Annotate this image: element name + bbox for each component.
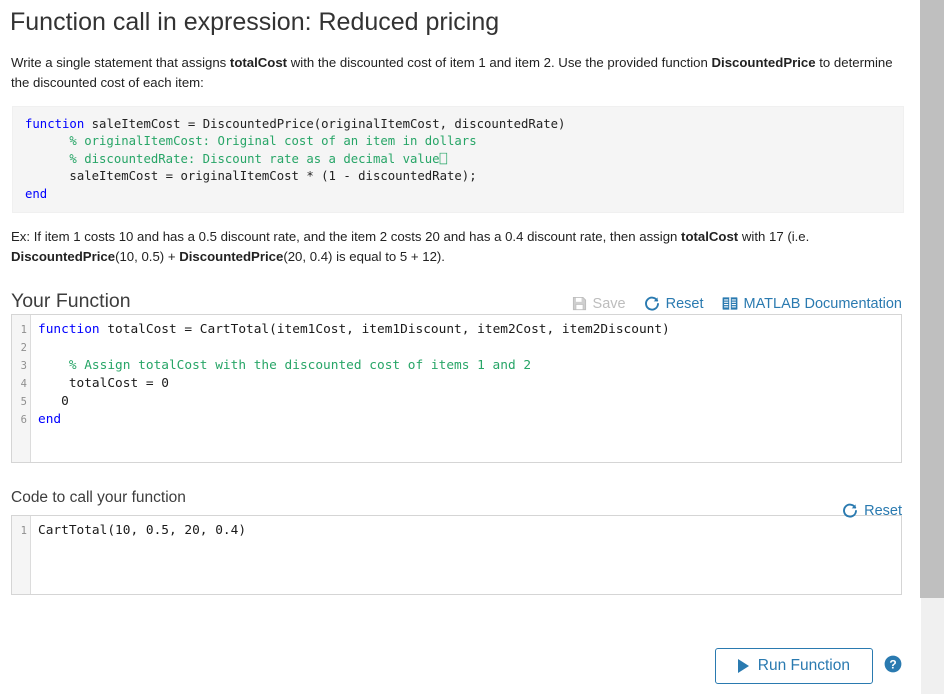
line-number: 3 [20,359,27,372]
line-number: 1 [20,323,27,336]
given-code-keyword-function: function [25,116,85,131]
editor-line-4: totalCost = 0 0 [61,375,169,409]
editor-line-1-rest: totalCost = CartTotal(item1Cost, item1Di… [107,321,670,337]
run-function-label: Run Function [757,657,850,674]
problem-statement: Write a single statement that assigns to… [0,37,916,94]
page-root: Function call in expression: Reduced pri… [0,0,944,694]
example-bold-totalcost: totalCost [681,228,739,244]
page-scrollbar-track[interactable] [920,0,944,694]
line-number: 1 [20,524,27,537]
example-statement: Ex: If item 1 costs 10 and has a 0.5 dis… [0,213,916,268]
line-number: 6 [20,413,27,426]
main-content: Function call in expression: Reduced pri… [0,0,916,694]
function-editor-gutter: 1 2 3 4 5 6 [12,314,31,462]
refresh-icon [842,503,858,519]
matlab-documentation-label: MATLAB Documentation [743,295,903,312]
code-to-call-heading: Code to call your function [11,488,186,506]
given-code-comment-1: % originalItemCost: Original cost of an … [69,134,477,166]
reset-call-code-label: Reset [864,502,902,519]
run-function-button[interactable]: Run Function [714,648,873,684]
save-button[interactable]: Save [572,296,626,312]
example-bold-discountedprice-1: DiscountedPrice [11,249,116,265]
prompt-bold-totalcost: totalCost [229,55,288,70]
call-code-editor[interactable]: 1 CartTotal(10, 0.5, 20, 0.4) [11,514,902,595]
question-circle-icon[interactable]: ? [884,655,902,678]
your-function-heading: Your Function [11,289,131,312]
page-title: Function call in expression: Reduced pri… [10,8,500,36]
reset-function-button[interactable]: Reset [644,296,704,312]
example-text-3: (10, 0.5) + [115,249,180,265]
code-to-call-header-row: Code to call your function Reset [0,463,916,519]
given-code-keyword-end: end [25,186,48,201]
example-text-4: (20, 0.4) is equal to 5 + 12). [283,249,445,265]
matlab-documentation-link[interactable]: MATLAB Documentation [722,295,903,312]
editor-keyword-end: end [38,411,62,427]
prompt-bold-discountedprice: DiscountedPrice [711,55,816,70]
editor-toolbar: Save Reset MATLAB Documentation [572,296,902,312]
line-number: 5 [20,395,27,408]
line-number: 2 [20,341,27,354]
example-text-1: Ex: If item 1 costs 10 and has a 0.5 dis… [11,228,682,244]
footer-actions: Run Function ? [714,648,902,684]
your-function-header-row: Your Function Save Reset MATLAB Document… [0,268,916,314]
given-code-block: function saleItemCost = DiscountedPrice(… [12,105,904,213]
given-code-line-4: saleItemCost = originalItemCost * (1 - d… [69,169,477,184]
code-to-call-toolbar: Reset [842,503,902,519]
function-editor-text[interactable]: function totalCost = CartTotal(item1Cost… [31,315,901,462]
save-button-label: Save [592,295,626,312]
page-scrollbar-thumb[interactable] [920,0,944,598]
book-icon [722,296,738,311]
example-text-2: with 17 (i.e. [738,228,810,244]
function-code-editor[interactable]: 1 2 3 4 5 6 function totalCost = CartTot… [11,313,902,463]
example-bold-discountedprice-2: DiscountedPrice [179,249,284,265]
call-editor-text[interactable]: CartTotal(10, 0.5, 20, 0.4) [31,516,901,594]
reset-call-code-button[interactable]: Reset [842,503,902,519]
editor-comment-line-3: % Assign totalCost with the discounted c… [68,357,532,373]
line-number: 4 [20,377,27,390]
prompt-text-1: Write a single statement that assigns [11,55,230,70]
refresh-icon [644,296,660,312]
svg-text:?: ? [889,657,896,671]
call-editor-gutter: 1 [12,515,31,594]
reset-function-label: Reset [665,295,704,312]
given-code-line-1-rest: saleItemCost = DiscountedPrice(originalI… [91,116,566,131]
floppy-disk-icon [572,296,587,311]
play-icon [737,659,749,673]
prompt-text-2: with the discounted cost of item 1 and i… [287,55,712,70]
editor-keyword-function: function [38,321,100,337]
